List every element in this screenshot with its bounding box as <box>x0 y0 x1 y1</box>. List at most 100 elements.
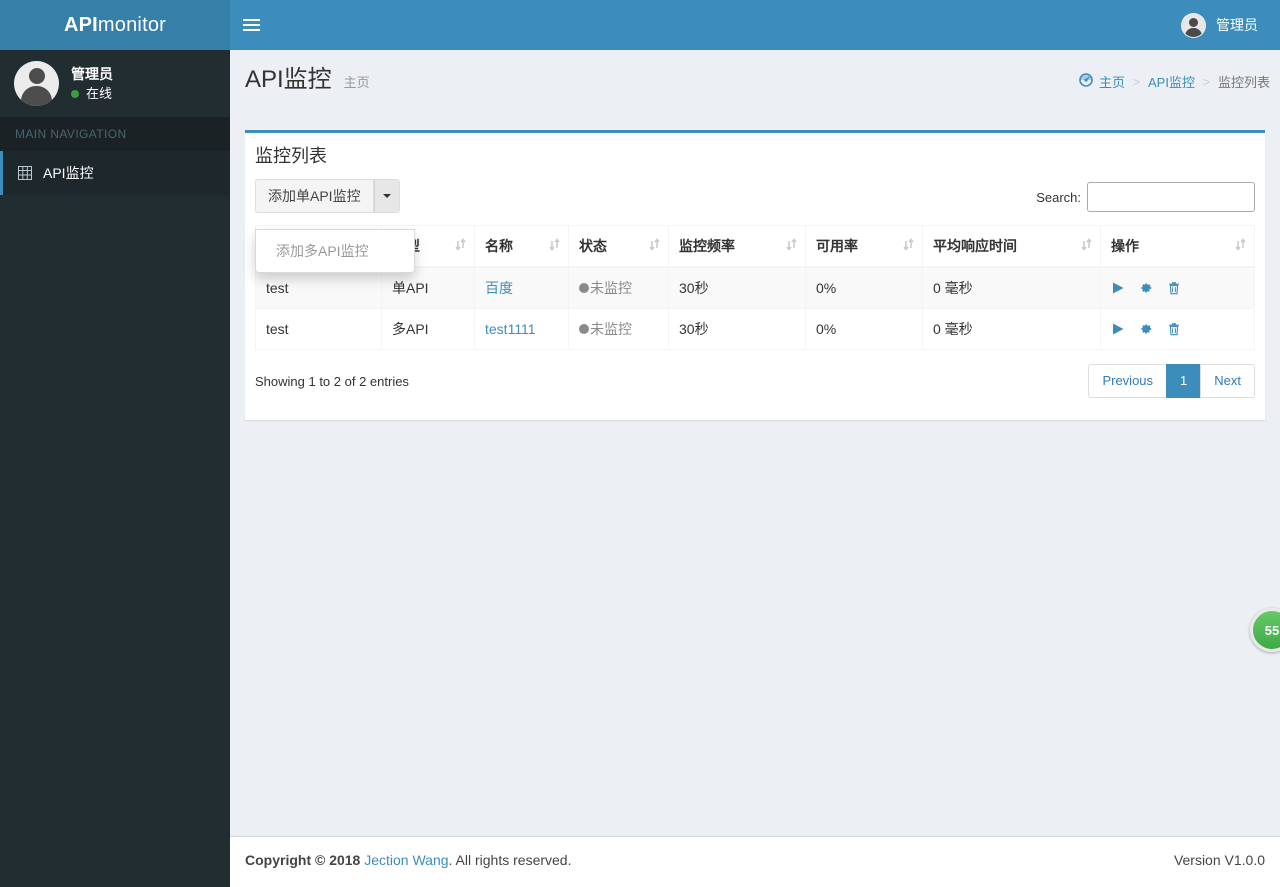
column-header-status[interactable]: 状态 <box>568 225 669 268</box>
menu-item-add-multi-api[interactable]: 添加多API监控 <box>256 235 414 267</box>
breadcrumb-item-current: 监控列表 <box>1217 75 1270 90</box>
cell-availability: 0% <box>805 266 923 309</box>
online-dot-icon <box>71 90 79 98</box>
app-root: APImonitor 管理员 管理员 在线 MAIN NAVIGATION AP… <box>0 0 1280 887</box>
status-label: 未监控 <box>590 280 632 296</box>
breadcrumb-separator: > <box>1132 74 1140 89</box>
avatar <box>1181 12 1206 38</box>
box-title: 监控列表 <box>255 146 327 166</box>
sort-both-icon <box>549 238 560 254</box>
status-label: 未监控 <box>590 321 632 337</box>
sidebar-user-panel: 管理员 在线 <box>0 50 230 117</box>
trash-icon[interactable] <box>1167 281 1181 295</box>
cell-type: 单API <box>381 266 475 309</box>
cell-actions <box>1100 308 1255 350</box>
cell-system: test <box>255 308 382 350</box>
row-action-icons <box>1111 322 1244 336</box>
add-monitor-dropdown-menu: 添加多API监控 <box>255 229 415 273</box>
play-icon[interactable] <box>1111 281 1125 295</box>
column-header-availability[interactable]: 可用率 <box>805 225 923 268</box>
monitor-name-link[interactable]: 百度 <box>485 280 513 296</box>
add-monitor-button-group: 添加单API监控 添加多API监控 <box>255 179 415 273</box>
status-dot-icon <box>579 324 589 334</box>
pagination: Previous 1 Next <box>1088 364 1255 398</box>
main-header: APImonitor 管理员 <box>0 0 1280 50</box>
breadcrumb-item-api-monitor[interactable]: API监控 <box>1148 72 1195 91</box>
column-label: 监控频率 <box>679 238 735 254</box>
app-logo[interactable]: APImonitor <box>0 0 230 50</box>
content-header: API监控 主页 主页 > API监控 > 监控列表 <box>230 50 1280 115</box>
sort-both-icon <box>649 238 660 254</box>
gear-icon[interactable] <box>1139 281 1153 295</box>
cell-avg-response: 0 毫秒 <box>922 266 1101 309</box>
status-dot-icon <box>579 283 589 293</box>
pagination-next[interactable]: Next <box>1200 364 1255 398</box>
pagination-page-1[interactable]: 1 <box>1166 364 1201 398</box>
pagination-previous[interactable]: Previous <box>1088 364 1167 398</box>
column-header-frequency[interactable]: 监控频率 <box>668 225 806 268</box>
column-label: 操作 <box>1111 238 1139 254</box>
column-header-name[interactable]: 名称 <box>474 225 569 268</box>
sidebar-section-title: MAIN NAVIGATION <box>0 117 230 151</box>
logo-bold-text: API <box>63 14 98 36</box>
page-subtitle: 主页 <box>343 75 370 90</box>
search-label: Search: <box>1036 189 1081 205</box>
avatar <box>14 61 59 106</box>
breadcrumb-item-home[interactable]: 主页 <box>1099 72 1125 91</box>
add-single-api-button[interactable]: 添加单API监控 <box>255 179 374 213</box>
column-header-actions[interactable]: 操作 <box>1100 225 1255 268</box>
column-label: 可用率 <box>816 238 858 254</box>
sort-both-icon <box>455 238 466 254</box>
play-icon[interactable] <box>1111 322 1125 336</box>
content: 监控列表 添加单API监控 添加多API监控 Search: 名称 状态 监控频… <box>230 130 1280 435</box>
cell-avg-response: 0 毫秒 <box>922 308 1101 350</box>
column-header-avg-response[interactable]: 平均响应时间 <box>922 225 1101 268</box>
row-action-icons <box>1111 281 1244 295</box>
add-monitor-dropdown-toggle[interactable] <box>373 179 400 213</box>
table-row[interactable]: test 多API test1111 未监控 30秒 0% 0 毫秒 <box>255 308 1255 350</box>
box-body: 添加单API监控 添加多API监控 Search: 名称 状态 监控频率 可用率… <box>245 179 1265 420</box>
cell-availability: 0% <box>805 308 923 350</box>
sidebar-item-api-monitor[interactable]: API监控 <box>0 151 230 195</box>
table-icon <box>15 166 35 180</box>
table-toolbar: 添加单API监控 添加多API监控 Search: <box>255 179 1255 273</box>
cell-name: 百度 <box>474 266 569 309</box>
search-wrapper: Search: <box>1036 182 1255 212</box>
sort-both-icon <box>903 238 914 254</box>
status-badge: 未监控 <box>579 278 658 298</box>
trash-icon[interactable] <box>1167 322 1181 336</box>
table-body: test 单API 百度 未监控 30秒 0% 0 毫秒 test 多API t… <box>255 266 1255 350</box>
table-row[interactable]: test 单API 百度 未监控 30秒 0% 0 毫秒 <box>255 266 1255 309</box>
logo-rest-text: monitor <box>97 14 167 36</box>
cell-status: 未监控 <box>568 266 669 309</box>
search-input[interactable] <box>1087 182 1255 212</box>
dashboard-icon <box>1079 73 1093 90</box>
sidebar: 管理员 在线 MAIN NAVIGATION API监控 <box>0 50 230 887</box>
monitor-list-box: 监控列表 添加单API监控 添加多API监控 Search: 名称 状态 监控频… <box>245 130 1265 420</box>
sidebar-user-status-label: 在线 <box>86 86 113 101</box>
cell-system: test <box>255 266 382 309</box>
status-badge: 未监控 <box>579 319 658 339</box>
monitor-name-link[interactable]: test1111 <box>485 321 536 337</box>
top-navbar: 管理员 <box>230 0 1280 50</box>
sidebar-toggle-button[interactable] <box>230 0 272 50</box>
cell-frequency: 30秒 <box>668 266 806 309</box>
gear-icon[interactable] <box>1139 322 1153 336</box>
user-menu-label: 管理员 <box>1216 17 1258 33</box>
sort-both-icon <box>1235 238 1246 254</box>
breadcrumb: 主页 > API监控 > 监控列表 <box>1079 72 1270 91</box>
cell-frequency: 30秒 <box>668 308 806 350</box>
cell-name: test1111 <box>474 308 569 350</box>
user-menu[interactable]: 管理员 <box>1177 0 1262 50</box>
footer-copyright-suffix: . All rights reserved. <box>448 852 572 868</box>
floating-counter-value: 55 <box>1264 622 1280 638</box>
footer-author-link[interactable]: Jection Wang <box>364 852 448 868</box>
content-wrapper: API监控 主页 主页 > API监控 > 监控列表 监控列表 添加单API监控… <box>230 50 1280 887</box>
column-label: 状态 <box>579 238 607 254</box>
sidebar-user-info: 管理员 在线 <box>71 65 113 102</box>
box-header: 监控列表 <box>245 133 1265 179</box>
navbar-right: 管理员 <box>1177 0 1280 50</box>
footer-version: Version V1.0.0 <box>1173 852 1265 868</box>
sort-both-icon <box>786 238 797 254</box>
cell-type: 多API <box>381 308 475 350</box>
